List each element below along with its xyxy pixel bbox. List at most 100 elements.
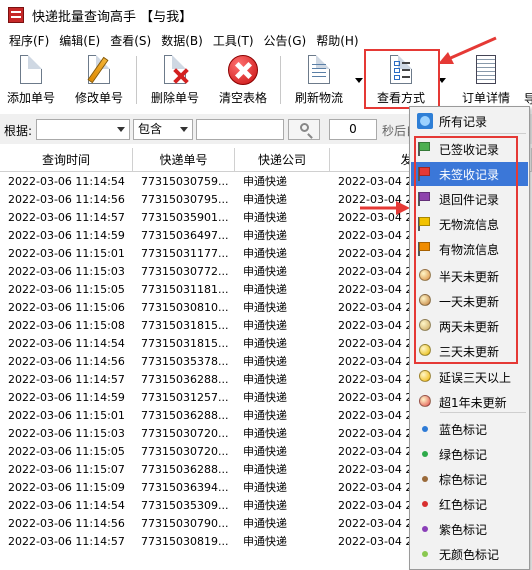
view-menu-item[interactable]: 红色标记	[411, 492, 528, 516]
new-document-icon	[15, 54, 47, 86]
view-menu-item[interactable]: 绿色标记	[411, 442, 528, 466]
view-menu-item-label: 紫色标记	[439, 522, 488, 537]
courier-company-cell: 申通快递	[243, 391, 287, 404]
menu-program[interactable]: 程序(F)	[4, 31, 54, 51]
courier-company-cell: 申通快递	[243, 463, 287, 476]
auto-refresh-interval-input[interactable]: 0	[329, 119, 377, 140]
view-menu-item[interactable]: 延误三天以上	[411, 365, 528, 389]
courier-company-cell: 申通快递	[243, 445, 287, 458]
refresh-dropdown-arrow-icon[interactable]	[355, 78, 363, 83]
tracking-number-cell: 77315030810...	[141, 301, 229, 314]
view-menu-item[interactable]: 紫色标记	[411, 517, 528, 541]
query-time-cell: 2022-03-06 11:15:07	[8, 463, 125, 476]
tracking-number-cell: 77315030759...	[141, 175, 229, 188]
menu-separator	[440, 412, 526, 413]
delete-number-button[interactable]: 删除单号	[146, 54, 204, 108]
menu-tools[interactable]: 工具(T)	[208, 31, 259, 51]
query-time-cell: 2022-03-06 11:15:03	[8, 265, 125, 278]
edit-number-label: 修改单号	[74, 91, 123, 105]
refresh-logistics-label: 刷新物流	[294, 91, 343, 105]
tracking-number-cell: 77315031181...	[141, 283, 229, 296]
tracking-number-cell: 77315035378...	[141, 355, 229, 368]
courier-company-cell: 申通快递	[243, 355, 287, 368]
window-title: 快递批量查询高手 【与我】	[32, 9, 193, 25]
courier-company-cell: 申通快递	[243, 337, 287, 350]
tracking-number-cell: 77315030819...	[141, 535, 229, 548]
courier-company-cell: 申通快递	[243, 481, 287, 494]
column-header[interactable]: 快递公司	[235, 148, 330, 172]
query-time-cell: 2022-03-06 11:14:57	[8, 211, 125, 224]
tracking-number-cell: 77315036288...	[141, 409, 229, 422]
match-mode-select[interactable]: 包含	[133, 119, 193, 140]
annotation-arrow-middle	[360, 201, 410, 215]
blue-dot-icon	[417, 421, 433, 437]
chevron-down-icon	[117, 127, 125, 132]
menu-help[interactable]: 帮助(H)	[311, 31, 363, 51]
courier-company-cell: 申通快递	[243, 283, 287, 296]
all-records-icon	[417, 113, 433, 129]
filter-label: 根据:	[4, 124, 33, 138]
query-time-cell: 2022-03-06 11:14:59	[8, 391, 125, 404]
tracking-number-cell: 77315031815...	[141, 337, 229, 350]
courier-company-cell: 申通快递	[243, 517, 287, 530]
menu-notice[interactable]: 公告(G)	[259, 31, 312, 51]
query-time-cell: 2022-03-06 11:15:01	[8, 247, 125, 260]
tracking-number-cell: 77315036288...	[141, 373, 229, 386]
view-menu-item-label: 延误三天以上	[439, 370, 512, 385]
courier-company-cell: 申通快递	[243, 319, 287, 332]
query-time-cell: 2022-03-06 11:15:08	[8, 319, 125, 332]
clear-table-button[interactable]: 清空表格	[214, 54, 272, 108]
menu-edit[interactable]: 编辑(E)	[54, 31, 105, 51]
red-medal-icon	[417, 394, 433, 410]
menu-view[interactable]: 查看(S)	[105, 31, 156, 51]
query-time-cell: 2022-03-06 11:14:54	[8, 499, 125, 512]
tracking-number-cell: 77315035309...	[141, 499, 229, 512]
view-mode-highlight	[364, 49, 440, 109]
refresh-logistics-button[interactable]: 刷新物流	[290, 54, 348, 108]
view-menu-item[interactable]: 无颜色标记	[411, 542, 528, 566]
view-menu-item[interactable]: 棕色标记	[411, 467, 528, 491]
view-menu-item[interactable]: 蓝色标记	[411, 417, 528, 441]
edit-number-button[interactable]: 修改单号	[72, 54, 126, 108]
refresh-document-icon	[303, 54, 335, 86]
add-number-button[interactable]: 添加单号	[4, 54, 58, 108]
view-menu-item[interactable]: 所有记录	[411, 109, 528, 133]
view-menu-item[interactable]: 超1年未更新	[411, 390, 528, 414]
courier-company-cell: 申通快递	[243, 175, 287, 188]
tracking-number-cell: 77315035901...	[141, 211, 229, 224]
view-menu-item-label: 棕色标记	[439, 472, 488, 487]
keyword-input[interactable]	[196, 119, 284, 140]
courier-company-cell: 申通快递	[243, 373, 287, 386]
tracking-number-cell: 77315030772...	[141, 265, 229, 278]
view-menu-item-label: 所有记录	[439, 114, 488, 129]
courier-company-cell: 申通快递	[243, 193, 287, 206]
brown-dot-icon	[417, 471, 433, 487]
delete-number-label: 删除单号	[150, 91, 199, 105]
search-button[interactable]	[288, 119, 320, 140]
courier-company-cell: 申通快递	[243, 247, 287, 260]
courier-company-cell: 申通快递	[243, 211, 287, 224]
app-icon	[8, 7, 24, 23]
column-header[interactable]: 查询时间	[0, 148, 133, 172]
query-time-cell: 2022-03-06 11:14:57	[8, 373, 125, 386]
column-header[interactable]: 快递单号	[133, 148, 235, 172]
tracking-number-cell: 77315030790...	[141, 517, 229, 530]
filter-field-select[interactable]	[36, 119, 130, 140]
clear-circle-x-icon	[227, 54, 259, 86]
view-menu-item-label: 红色标记	[439, 497, 488, 512]
courier-company-cell: 申通快递	[243, 427, 287, 440]
query-time-cell: 2022-03-06 11:14:57	[8, 535, 125, 548]
add-number-label: 添加单号	[6, 91, 55, 105]
query-time-cell: 2022-03-06 11:15:09	[8, 481, 125, 494]
query-time-cell: 2022-03-06 11:15:05	[8, 283, 125, 296]
courier-company-cell: 申通快递	[243, 265, 287, 278]
menu-data[interactable]: 数据(B)	[156, 31, 208, 51]
no-color-dot-icon	[417, 546, 433, 562]
toolbar-overflow-label[interactable]: 导	[524, 90, 532, 107]
view-menu-item-label: 超1年未更新	[439, 395, 507, 410]
chevron-down-icon	[180, 127, 188, 132]
menu-items-highlight	[414, 136, 518, 364]
courier-company-cell: 申通快递	[243, 499, 287, 512]
query-time-cell: 2022-03-06 11:14:54	[8, 337, 125, 350]
view-menu-item-label: 无颜色标记	[439, 547, 500, 562]
